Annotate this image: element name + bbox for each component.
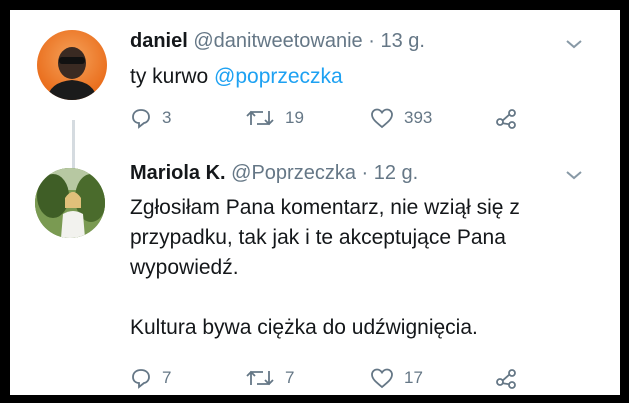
chevron-down-icon[interactable] [565, 39, 583, 49]
like-count: 393 [404, 108, 433, 127]
author-handle[interactable]: @Poprzeczka [231, 162, 356, 184]
reply-button[interactable]: 3 [130, 107, 171, 129]
retweet-icon [246, 370, 274, 386]
share-button[interactable] [495, 367, 517, 389]
chevron-down-icon[interactable] [565, 170, 583, 180]
tweet-text-line: Zgłosiłam Pana komentarz, nie wziął się … [130, 196, 520, 219]
tweet-actions: 3 19 393 [130, 107, 530, 131]
separator-dot: · [368, 30, 375, 52]
tweet-text-line: wypowiedź. [130, 256, 239, 279]
reply-count: 3 [162, 108, 172, 127]
tweet-header: daniel @danitweetowanie · 13 g. [130, 30, 425, 53]
author-name[interactable]: Mariola K. [130, 162, 226, 184]
like-button[interactable]: 393 [370, 107, 432, 129]
share-button[interactable] [495, 107, 517, 129]
like-count: 17 [404, 368, 423, 387]
retweet-icon [246, 110, 274, 126]
retweet-count: 7 [285, 368, 295, 387]
tweet-text-blank-line [130, 283, 600, 313]
thread-connector-line [72, 120, 75, 170]
share-icon [496, 109, 516, 129]
tweet-text-plain: ty kurwo [130, 65, 215, 88]
like-icon [371, 108, 393, 129]
reply-button[interactable]: 7 [130, 367, 171, 389]
avatar-portrait [47, 47, 97, 100]
tweet-header: Mariola K. @Poprzeczka · 12 g. [130, 162, 418, 185]
tweet-time[interactable]: 12 g. [374, 162, 418, 184]
reply-icon [132, 369, 150, 389]
tweet-text: Zgłosiłam Pana komentarz, nie wziął się … [130, 193, 600, 343]
retweet-button[interactable]: 19 [245, 107, 304, 129]
separator-dot: · [361, 162, 369, 184]
mention-link[interactable]: @poprzeczka [214, 65, 343, 88]
screenshot-frame: daniel @danitweetowanie · 13 g. ty kurwo… [0, 0, 629, 403]
reply-count: 7 [162, 368, 172, 387]
avatar-photo [35, 168, 105, 238]
tweet-actions: 7 7 17 [130, 367, 530, 391]
tweet-text: ty kurwo @poprzeczka [130, 62, 343, 92]
retweet-count: 19 [285, 108, 304, 127]
author-name[interactable]: daniel [130, 30, 188, 52]
tweet-text-line: Kultura bywa ciężka do udźwignięcia. [130, 316, 478, 339]
share-icon [496, 369, 516, 389]
tweet-time[interactable]: 13 g. [380, 30, 424, 52]
like-button[interactable]: 17 [370, 367, 423, 389]
avatar-mariola[interactable] [35, 168, 105, 238]
author-handle[interactable]: @danitweetowanie [193, 30, 362, 52]
avatar-daniel[interactable] [37, 30, 107, 100]
tweet-text-line: przypadku, tak jak i te akceptujące Pana [130, 226, 506, 249]
like-icon [371, 368, 393, 389]
tweet-thread: daniel @danitweetowanie · 13 g. ty kurwo… [10, 10, 620, 395]
reply-icon [132, 109, 150, 129]
retweet-button[interactable]: 7 [245, 367, 294, 389]
